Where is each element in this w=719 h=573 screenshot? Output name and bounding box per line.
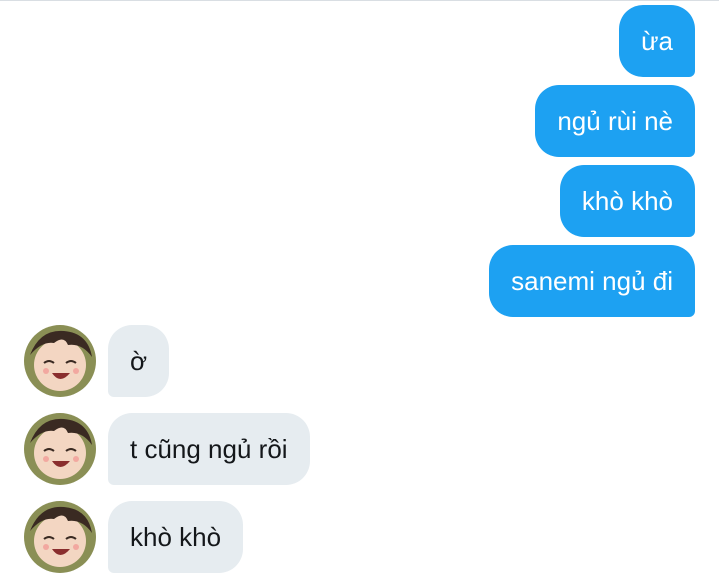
avatar-icon[interactable] — [24, 325, 96, 397]
message-thread: ừa ngủ rùi nè khò khò sanemi ngủ đi ờ t … — [0, 0, 719, 573]
sent-message-bubble[interactable]: sanemi ngủ đi — [489, 245, 695, 317]
avatar-icon[interactable] — [24, 413, 96, 485]
sent-message-bubble[interactable]: khò khò — [559, 165, 695, 237]
sent-message-bubble[interactable]: ngủ rùi nè — [535, 85, 695, 157]
received-message-bubble[interactable]: ờ — [108, 325, 170, 397]
received-message-bubble[interactable]: khò khò — [108, 501, 244, 573]
sent-message-bubble[interactable]: ừa — [619, 5, 695, 77]
avatar-icon[interactable] — [24, 501, 96, 573]
received-message-bubble[interactable]: t cũng ngủ rồi — [108, 413, 310, 485]
